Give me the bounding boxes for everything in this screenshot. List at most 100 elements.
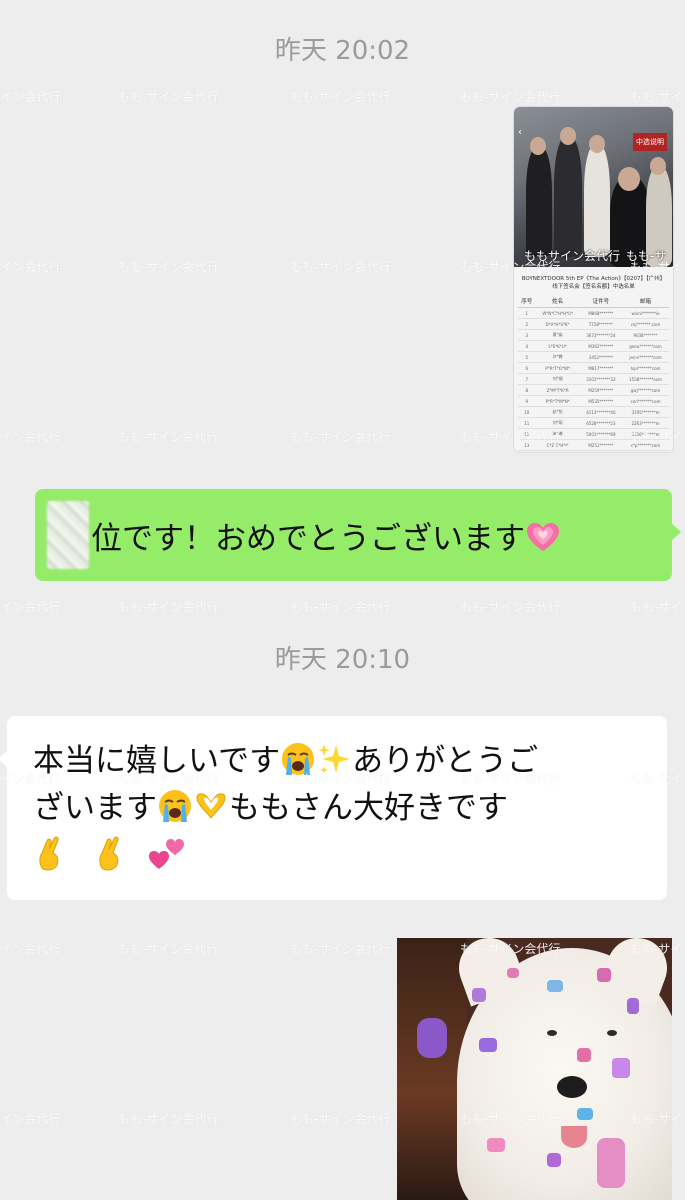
table-cell: Z*M*T*K*R [535, 384, 580, 396]
table-cell: 3195*******m [622, 406, 669, 418]
table-cell: 7 [518, 373, 536, 385]
table-cell: 12 [518, 428, 536, 440]
sent-message-bubble[interactable]: 位です！おめでとうございます [35, 489, 681, 581]
two-hearts-emoji-icon [148, 839, 184, 869]
table-cell: c*p*******com [622, 439, 669, 451]
image-message-lottery-result[interactable]: ‹ 中选说明 ももサイン会代行 もも-サ BOYNEXTDOOR 5th EP《… [514, 107, 673, 452]
table-row: 2 D*A*H*S*K* T728******* cej*******.com [518, 318, 669, 330]
table-cell: 2 [518, 318, 536, 330]
table-cell: 5 [518, 351, 536, 363]
table-cell: gwj*******com [622, 384, 669, 396]
crossed-fingers-emoji-icon [99, 836, 119, 871]
table-header-cell: 证件号 [579, 295, 623, 308]
table-cell: 2263*******m [622, 417, 669, 429]
table-row: 11 刘*萌 6528*******23 2263*******m [518, 417, 669, 429]
table-cell: 刘*萌 [535, 417, 580, 429]
heart-hands-emoji-icon [196, 793, 226, 819]
watermark-text: もも-サイン会代行 [290, 260, 391, 274]
winner-table: 序号 姓名 证件号 邮箱 1 W*N*C*H*H*U* M868******* winni*… [518, 295, 669, 452]
table-cell: D*A*H*S*K* [535, 318, 580, 330]
watermark-text: もも-サイン会代行 [0, 90, 61, 104]
table-cell: 3503*******24 [579, 450, 623, 452]
table-cell: jenni*******com [622, 351, 669, 363]
table-cell: 3 [518, 329, 536, 341]
table-header-cell: 邮箱 [622, 295, 669, 308]
sparkles-emoji-icon [318, 744, 351, 774]
table-cell: cej*******.com [622, 318, 669, 330]
table-cell: M817******* [579, 362, 623, 374]
table-cell: P*R*T*O*W* [535, 362, 580, 374]
watermark-text: もも-サイン会代行 [0, 1112, 61, 1126]
table-cell: *******om [622, 450, 669, 452]
table-cell: C*Z C*H*I* [535, 439, 580, 451]
table-header-cell: 姓名 [535, 295, 580, 308]
table-row: 6 P*R*T*O*W* M817******* hipi*******com [518, 362, 669, 374]
table-cell: 6528*******23 [579, 417, 623, 429]
watermark-text: もも-サイン会代行 [0, 430, 61, 444]
message-text: 本当に嬉しいです ありがとうご ざいます ももさん大好きです [33, 738, 653, 879]
table-cell: M868******* [579, 307, 623, 319]
photo-watermark: もも-サ [626, 249, 667, 263]
watermark-text: もも-サイン会代行 [0, 260, 61, 274]
table-cell: geeu*******com [622, 340, 669, 352]
group-photo: ‹ 中选说明 ももサイン会代行 もも-サ [514, 107, 673, 267]
watermark-text: もも-サイン会代行 [290, 600, 391, 614]
table-cell: 10 [518, 406, 536, 418]
crying-face-emoji-icon [282, 743, 315, 775]
table-row: 9 P*R*T*M*N* M535******* cori*******com [518, 395, 669, 407]
watermark-text: もも-サイン会代行 [0, 942, 61, 956]
watermark-text: もも-サイン会代行 [118, 942, 219, 956]
table-cell: T728******* [579, 318, 623, 330]
watermark-text: もも-サイン会代行 [290, 90, 391, 104]
table-cell: 刘*烟 [535, 373, 580, 385]
winner-list-document: BOYNEXTDOOR 5th EP《The Action》【0207】【广州】… [514, 267, 673, 452]
watermark-text: もも-サイン会代行 [460, 90, 561, 104]
image-message-dog-photo[interactable] [397, 938, 672, 1200]
sign-label: 中选说明 [633, 133, 667, 151]
watermark-text: もも-サイン会代行 [118, 1112, 219, 1126]
table-cell: winni*******ie [622, 307, 669, 319]
table-cell: 5001*******69 [579, 428, 623, 440]
table-row: 7 刘*烟 3101*******33 1558*******com [518, 373, 669, 385]
watermark-text: もも-サイン会代行 [460, 600, 561, 614]
table-cell: 3453******* [579, 351, 623, 363]
watermark-text: もも-サイン会代行 [118, 600, 219, 614]
growing-heart-emoji-icon [527, 523, 559, 551]
crossed-fingers-emoji-icon [39, 836, 59, 871]
table-cell: 6 [518, 362, 536, 374]
table-cell: M259******* [579, 384, 623, 396]
table-cell: hipi*******com [622, 362, 669, 374]
table-cell: 14 [518, 450, 536, 452]
watermark-text: もも-サイン会代行 [630, 600, 685, 614]
timestamp: 昨天 20:02 [274, 36, 411, 66]
table-cell: 3356*******m [622, 428, 669, 440]
table-cell: 3673*******24 [579, 329, 623, 341]
timestamp: 昨天 20:10 [274, 645, 411, 675]
table-row: 10 赵*怡 4113*******40 3195*******m [518, 406, 669, 418]
table-row: 5 许*霖 3453******* jenni*******com [518, 351, 669, 363]
table-cell: 9 [518, 395, 536, 407]
table-row: 12 黄*琳 5001*******69 3356*******m [518, 428, 669, 440]
table-cell: 4 [518, 340, 536, 352]
table-cell: cori*******com [622, 395, 669, 407]
table-row: 4 L*E*K*U* M362******* geeu*******com [518, 340, 669, 352]
watermark-text: もも-サイン会代行 [290, 430, 391, 444]
table-cell: 9038******* [622, 329, 669, 341]
watermark-text: もも-サイン会代行 [0, 600, 61, 614]
document-title: BOYNEXTDOOR 5th EP《The Action》【0207】【广州】… [521, 276, 666, 290]
message-text: 位です！おめでとうございます [91, 513, 559, 558]
table-cell: 赵*怡 [535, 406, 580, 418]
watermark-text: もも-サイン会代行 [118, 90, 219, 104]
table-cell: 4113*******40 [579, 406, 623, 418]
table-cell: M362******* [579, 340, 623, 352]
table-cell: 1558*******com [622, 373, 669, 385]
table-cell: 13 [518, 439, 536, 451]
table-cell: 许*霖 [535, 351, 580, 363]
received-message-bubble[interactable]: 本当に嬉しいです ありがとうご ざいます ももさん大好きです [0, 716, 667, 900]
watermark-text: もも-サイン会代行 [118, 430, 219, 444]
photo-watermark: ももサイン会代行 [524, 249, 621, 263]
table-row: 1 W*N*C*H*H*U* M868******* winni*******ie [518, 307, 669, 319]
table-cell: L*E*K*U* [535, 340, 580, 352]
censored-number [47, 501, 89, 569]
table-cell: W*N*C*H*H*U* [535, 307, 580, 319]
